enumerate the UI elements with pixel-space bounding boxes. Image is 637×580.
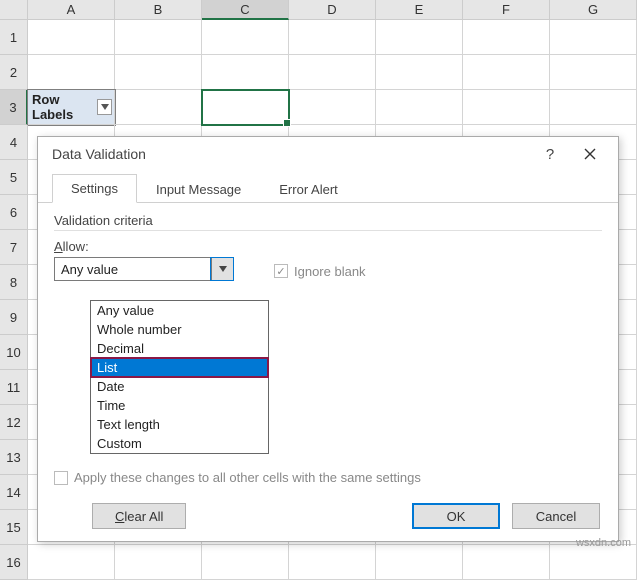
cell[interactable] xyxy=(202,545,289,580)
dialog-titlebar: Data Validation ? xyxy=(38,137,618,171)
cell[interactable] xyxy=(28,55,115,90)
chevron-down-icon[interactable] xyxy=(211,258,233,280)
cell[interactable] xyxy=(115,55,202,90)
allow-option-whole-number[interactable]: Whole number xyxy=(91,320,268,339)
cell-text: Row Labels xyxy=(32,92,97,122)
clear-all-button[interactable]: Clear All xyxy=(92,503,186,529)
cell[interactable] xyxy=(550,55,637,90)
col-header-G[interactable]: G xyxy=(550,0,637,20)
cell[interactable] xyxy=(463,20,550,55)
row-header-4[interactable]: 4 xyxy=(0,125,28,160)
allow-option-text-length[interactable]: Text length xyxy=(91,415,268,434)
cell[interactable] xyxy=(115,545,202,580)
tab-input-message[interactable]: Input Message xyxy=(137,175,260,203)
cell[interactable] xyxy=(550,90,637,125)
row-header-10[interactable]: 10 xyxy=(0,335,28,370)
row-header-16[interactable]: 16 xyxy=(0,545,28,580)
row-header-9[interactable]: 9 xyxy=(0,300,28,335)
col-header-A[interactable]: A xyxy=(28,0,115,20)
cell[interactable] xyxy=(376,20,463,55)
dialog-title: Data Validation xyxy=(52,146,530,162)
allow-label: Allow: xyxy=(54,239,234,254)
row-header-8[interactable]: 8 xyxy=(0,265,28,300)
cell[interactable] xyxy=(550,20,637,55)
cell-A3-row-labels[interactable]: Row Labels xyxy=(28,90,115,125)
allow-option-any-value[interactable]: Any value xyxy=(91,301,268,320)
cell[interactable] xyxy=(376,55,463,90)
row-header-1[interactable]: 1 xyxy=(0,20,28,55)
allow-option-decimal[interactable]: Decimal xyxy=(91,339,268,358)
row-header-5[interactable]: 5 xyxy=(0,160,28,195)
allow-option-date[interactable]: Date xyxy=(91,377,268,396)
allow-option-list[interactable]: List xyxy=(91,358,268,377)
row-header-15[interactable]: 15 xyxy=(0,510,28,545)
ignore-blank-label: Ignore blank xyxy=(294,264,366,279)
allow-value: Any value xyxy=(55,262,211,277)
cell[interactable] xyxy=(289,545,376,580)
col-header-C[interactable]: C xyxy=(202,0,289,20)
row-header-7[interactable]: 7 xyxy=(0,230,28,265)
cell-C3-selected[interactable] xyxy=(202,90,289,125)
dialog-button-row: Clear All OK Cancel xyxy=(92,503,600,529)
row-header-14[interactable]: 14 xyxy=(0,475,28,510)
cell[interactable] xyxy=(202,55,289,90)
validation-criteria-label: Validation criteria xyxy=(54,213,602,228)
cancel-button[interactable]: Cancel xyxy=(512,503,600,529)
allow-option-custom[interactable]: Custom xyxy=(91,434,268,453)
ignore-blank-checkbox: ✓ Ignore blank xyxy=(274,261,366,281)
col-header-E[interactable]: E xyxy=(376,0,463,20)
cell[interactable] xyxy=(289,20,376,55)
cell[interactable] xyxy=(550,545,637,580)
group-divider xyxy=(54,230,602,231)
watermark: wsxdn.com xyxy=(576,537,631,549)
row-header-12[interactable]: 12 xyxy=(0,405,28,440)
row-header-6[interactable]: 6 xyxy=(0,195,28,230)
checkbox-icon: ✓ xyxy=(274,264,288,278)
cell[interactable] xyxy=(202,20,289,55)
col-header-D[interactable]: D xyxy=(289,0,376,20)
cell[interactable] xyxy=(463,55,550,90)
tab-error-alert[interactable]: Error Alert xyxy=(260,175,357,203)
row-header-2[interactable]: 2 xyxy=(0,55,28,90)
cell[interactable] xyxy=(289,90,376,125)
row-header-13[interactable]: 13 xyxy=(0,440,28,475)
allow-dropdown-list[interactable]: Any value Whole number Decimal List Date… xyxy=(90,300,269,454)
close-icon xyxy=(584,148,596,160)
filter-dropdown-icon[interactable] xyxy=(97,99,112,115)
apply-changes-label: Apply these changes to all other cells w… xyxy=(74,470,421,485)
col-header-F[interactable]: F xyxy=(463,0,550,20)
row-header-11[interactable]: 11 xyxy=(0,370,28,405)
close-button[interactable] xyxy=(570,139,610,169)
cell[interactable] xyxy=(289,55,376,90)
checkbox-icon xyxy=(54,471,68,485)
tab-settings[interactable]: Settings xyxy=(52,174,137,203)
cell[interactable] xyxy=(376,90,463,125)
column-header-row: A B C D E F G xyxy=(0,0,637,20)
help-button[interactable]: ? xyxy=(530,139,570,169)
cell[interactable] xyxy=(115,90,202,125)
allow-option-time[interactable]: Time xyxy=(91,396,268,415)
cell[interactable] xyxy=(463,545,550,580)
cell[interactable] xyxy=(463,90,550,125)
cell[interactable] xyxy=(115,20,202,55)
settings-panel: Validation criteria Allow: Any value ✓ I… xyxy=(38,203,618,289)
allow-combobox[interactable]: Any value xyxy=(54,257,234,281)
cell[interactable] xyxy=(376,545,463,580)
tab-bar: Settings Input Message Error Alert xyxy=(38,171,618,203)
ok-button[interactable]: OK xyxy=(412,503,500,529)
select-all-corner[interactable] xyxy=(0,0,28,20)
col-header-B[interactable]: B xyxy=(115,0,202,20)
apply-changes-checkbox: Apply these changes to all other cells w… xyxy=(54,470,421,485)
cell[interactable] xyxy=(28,545,115,580)
row-header-3[interactable]: 3 xyxy=(0,90,28,125)
cell[interactable] xyxy=(28,20,115,55)
